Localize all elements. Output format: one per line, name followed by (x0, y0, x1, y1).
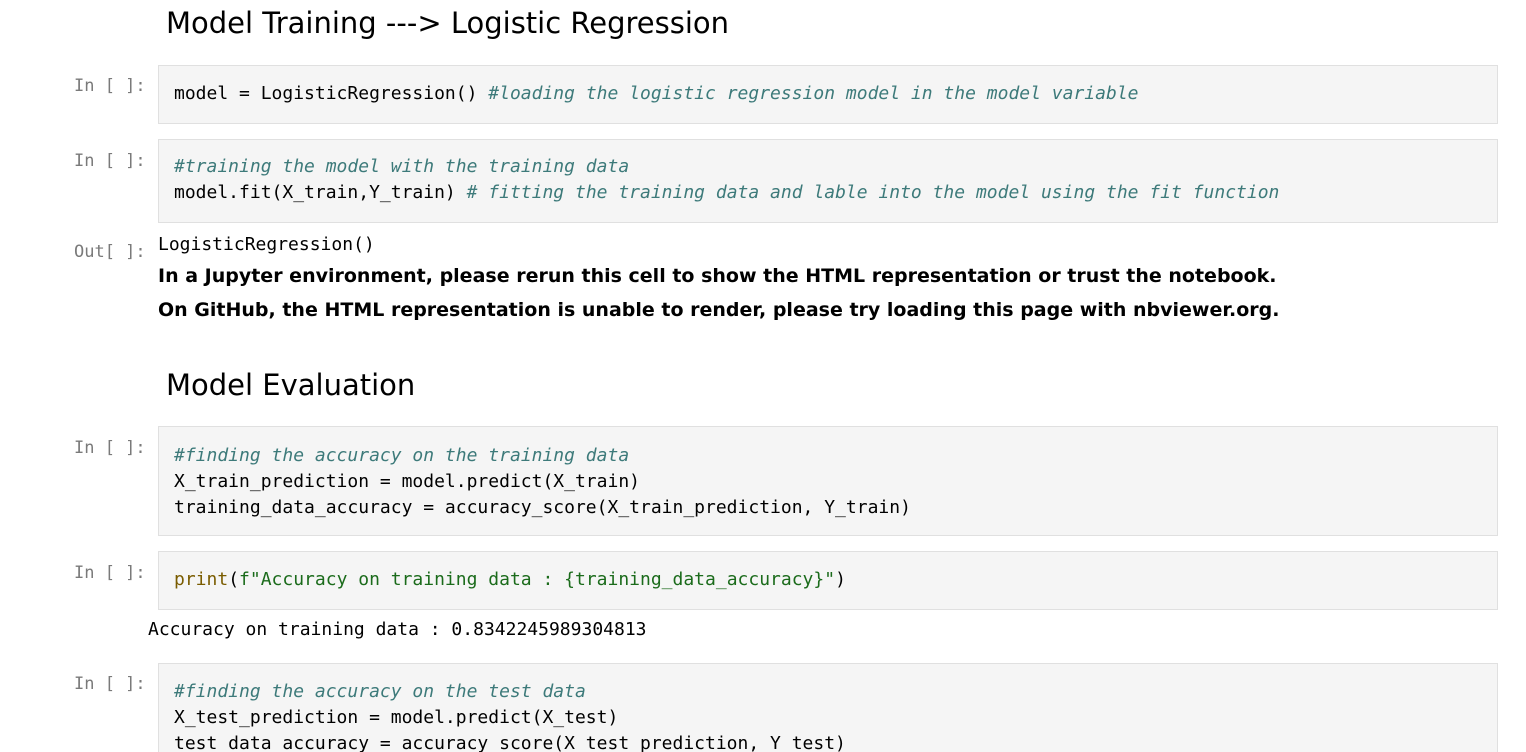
notebook: Model Training ---> Logistic Regression … (0, 0, 1526, 752)
output-stream: Accuracy on training data : 0.8342245989… (148, 619, 647, 640)
cell-prompt: In [ ]: (74, 151, 146, 171)
output-notice-jupyter: In a Jupyter environment, please rerun t… (158, 265, 1277, 287)
code-keyword: print (174, 569, 229, 590)
section-heading-model-training: Model Training ---> Logistic Regression (166, 6, 730, 40)
code-token: model = LogisticRegression() (174, 83, 489, 104)
code-cell-train-accuracy[interactable]: #finding the accuracy on the training da… (158, 426, 1498, 536)
cell-prompt: In [ ]: (74, 76, 146, 96)
code-line: X_test_prediction = model.predict(X_test… (174, 705, 1482, 731)
code-line: #training the model with the training da… (174, 154, 1482, 180)
code-line: #finding the accuracy on the training da… (174, 443, 1482, 469)
code-comment: #loading the logistic regression model i… (488, 83, 1139, 104)
code-line: #finding the accuracy on the test data (174, 679, 1482, 705)
output-repr: LogisticRegression() (158, 234, 375, 255)
code-cell-load-model[interactable]: model = LogisticRegression() #loading th… (158, 65, 1498, 124)
code-cell-test-accuracy[interactable]: #finding the accuracy on the test data X_… (158, 663, 1498, 752)
code-token: training_data_accuracy = accuracy_score(… (174, 497, 911, 518)
cell-prompt: In [ ]: (74, 438, 146, 458)
code-cell-fit-model[interactable]: #training the model with the training da… (158, 139, 1498, 223)
code-comment: #finding the accuracy on the test data (174, 681, 586, 702)
cell-prompt: In [ ]: (74, 563, 146, 583)
code-line: model.fit(X_train,Y_train) # fitting the… (174, 180, 1482, 206)
code-line: model = LogisticRegression() #loading th… (174, 81, 1482, 107)
code-cell-print-accuracy[interactable]: print(f"Accuracy on training data : {tra… (158, 551, 1498, 610)
code-comment: #finding the accuracy on the training da… (174, 445, 630, 466)
code-comment: #training the model with the training da… (174, 156, 630, 177)
code-line: test_data_accuracy = accuracy_score(X_te… (174, 731, 1482, 752)
code-token: X_test_prediction = model.predict(X_test… (174, 707, 619, 728)
code-line: training_data_accuracy = accuracy_score(… (174, 495, 1482, 521)
code-token: ) (835, 569, 846, 590)
section-heading-model-evaluation: Model Evaluation (166, 368, 416, 402)
output-prompt: Out[ ]: (74, 242, 146, 262)
code-token: model.fit(X_train,Y_train) (174, 182, 467, 203)
code-token: X_train_prediction = model.predict(X_tra… (174, 471, 640, 492)
code-string: f"Accuracy on training data : {training_… (239, 569, 836, 590)
cell-prompt: In [ ]: (74, 674, 146, 694)
code-token: ( (228, 569, 240, 590)
output-notice-github: On GitHub, the HTML representation is un… (158, 299, 1280, 321)
code-comment: # fitting the training data and lable in… (466, 182, 1280, 203)
code-line: print(f"Accuracy on training data : {tra… (174, 567, 1482, 593)
code-line: X_train_prediction = model.predict(X_tra… (174, 469, 1482, 495)
code-token: test_data_accuracy = accuracy_score(X_te… (174, 733, 846, 752)
